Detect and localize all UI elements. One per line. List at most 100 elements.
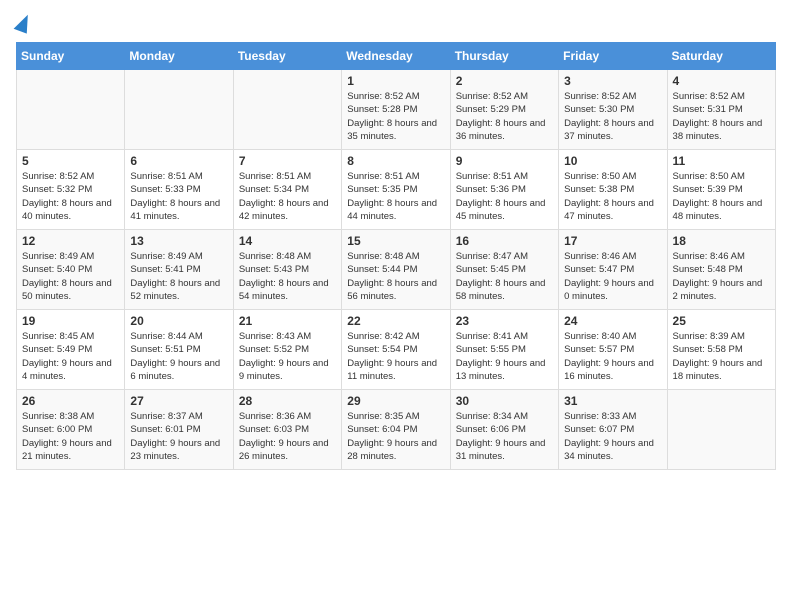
- weekday-header-tuesday: Tuesday: [233, 43, 341, 70]
- day-info: Sunrise: 8:45 AM Sunset: 5:49 PM Dayligh…: [22, 330, 119, 383]
- day-number: 29: [347, 394, 444, 408]
- weekday-header-monday: Monday: [125, 43, 233, 70]
- calendar-cell: 21 Sunrise: 8:43 AM Sunset: 5:52 PM Dayli…: [233, 310, 341, 390]
- calendar-cell: [233, 70, 341, 150]
- day-number: 12: [22, 234, 119, 248]
- calendar-cell: 31Sunrise: 8:33 AM Sunset: 6:07 PM Dayli…: [559, 390, 667, 470]
- day-info: Sunrise: 8:46 AM Sunset: 5:48 PM Dayligh…: [673, 250, 770, 303]
- day-number: 21: [239, 314, 336, 328]
- day-info: Sunrise: 8:33 AM Sunset: 6:07 PM Dayligh…: [564, 410, 661, 463]
- day-info: Sunrise: 8:52 AM Sunset: 5:32 PM Dayligh…: [22, 170, 119, 223]
- calendar-week-row: 12 Sunrise: 8:49 AM Sunset: 5:40 PM Dayli…: [17, 230, 776, 310]
- day-number: 10: [564, 154, 661, 168]
- weekday-header-friday: Friday: [559, 43, 667, 70]
- day-info: Sunrise: 8:44 AM Sunset: 5:51 PM Dayligh…: [130, 330, 227, 383]
- calendar-week-row: 5 Sunrise: 8:52 AM Sunset: 5:32 PM Daylig…: [17, 150, 776, 230]
- calendar-cell: 28Sunrise: 8:36 AM Sunset: 6:03 PM Dayli…: [233, 390, 341, 470]
- calendar-cell: 6Sunrise: 8:51 AM Sunset: 5:33 PM Daylig…: [125, 150, 233, 230]
- day-number: 9: [456, 154, 553, 168]
- day-info: Sunrise: 8:35 AM Sunset: 6:04 PM Dayligh…: [347, 410, 444, 463]
- calendar-cell: 22 Sunrise: 8:42 AM Sunset: 5:54 PM Dayli…: [342, 310, 450, 390]
- calendar-cell: [667, 390, 775, 470]
- calendar-cell: 14 Sunrise: 8:48 AM Sunset: 5:43 PM Dayli…: [233, 230, 341, 310]
- day-number: 18: [673, 234, 770, 248]
- day-info: Sunrise: 8:39 AM Sunset: 5:58 PM Dayligh…: [673, 330, 770, 383]
- calendar-week-row: 19 Sunrise: 8:45 AM Sunset: 5:49 PM Dayli…: [17, 310, 776, 390]
- calendar-cell: 25 Sunrise: 8:39 AM Sunset: 5:58 PM Dayli…: [667, 310, 775, 390]
- day-number: 13: [130, 234, 227, 248]
- calendar-week-row: 1 Sunrise: 8:52 AM Sunset: 5:28 PM Daylig…: [17, 70, 776, 150]
- day-info: Sunrise: 8:51 AM Sunset: 5:34 PM Dayligh…: [239, 170, 336, 223]
- day-info: Sunrise: 8:52 AM Sunset: 5:28 PM Dayligh…: [347, 90, 444, 143]
- day-info: Sunrise: 8:51 AM Sunset: 5:35 PM Dayligh…: [347, 170, 444, 223]
- day-number: 22: [347, 314, 444, 328]
- day-info: Sunrise: 8:52 AM Sunset: 5:30 PM Dayligh…: [564, 90, 661, 143]
- day-number: 3: [564, 74, 661, 88]
- day-number: 24: [564, 314, 661, 328]
- day-info: Sunrise: 8:38 AM Sunset: 6:00 PM Dayligh…: [22, 410, 119, 463]
- day-number: 11: [673, 154, 770, 168]
- day-number: 17: [564, 234, 661, 248]
- calendar-cell: 7Sunrise: 8:51 AM Sunset: 5:34 PM Daylig…: [233, 150, 341, 230]
- calendar-cell: 18 Sunrise: 8:46 AM Sunset: 5:48 PM Dayli…: [667, 230, 775, 310]
- calendar-cell: [125, 70, 233, 150]
- page-header: [16, 16, 776, 34]
- day-number: 4: [673, 74, 770, 88]
- day-info: Sunrise: 8:43 AM Sunset: 5:52 PM Dayligh…: [239, 330, 336, 383]
- day-info: Sunrise: 8:37 AM Sunset: 6:01 PM Dayligh…: [130, 410, 227, 463]
- weekday-header-sunday: Sunday: [17, 43, 125, 70]
- day-info: Sunrise: 8:36 AM Sunset: 6:03 PM Dayligh…: [239, 410, 336, 463]
- calendar-cell: 13 Sunrise: 8:49 AM Sunset: 5:41 PM Dayli…: [125, 230, 233, 310]
- calendar-cell: 17 Sunrise: 8:46 AM Sunset: 5:47 PM Dayli…: [559, 230, 667, 310]
- day-info: Sunrise: 8:48 AM Sunset: 5:44 PM Dayligh…: [347, 250, 444, 303]
- day-number: 14: [239, 234, 336, 248]
- calendar-cell: 19 Sunrise: 8:45 AM Sunset: 5:49 PM Dayli…: [17, 310, 125, 390]
- day-number: 15: [347, 234, 444, 248]
- day-info: Sunrise: 8:51 AM Sunset: 5:36 PM Dayligh…: [456, 170, 553, 223]
- weekday-header-wednesday: Wednesday: [342, 43, 450, 70]
- day-number: 5: [22, 154, 119, 168]
- calendar-cell: 30 Sunrise: 8:34 AM Sunset: 6:06 PM Dayli…: [450, 390, 558, 470]
- day-info: Sunrise: 8:50 AM Sunset: 5:38 PM Dayligh…: [564, 170, 661, 223]
- day-number: 16: [456, 234, 553, 248]
- day-number: 23: [456, 314, 553, 328]
- day-info: Sunrise: 8:46 AM Sunset: 5:47 PM Dayligh…: [564, 250, 661, 303]
- day-number: 8: [347, 154, 444, 168]
- day-info: Sunrise: 8:40 AM Sunset: 5:57 PM Dayligh…: [564, 330, 661, 383]
- calendar-table: SundayMondayTuesdayWednesdayThursdayFrid…: [16, 42, 776, 470]
- calendar-cell: 4 Sunrise: 8:52 AM Sunset: 5:31 PM Daylig…: [667, 70, 775, 150]
- day-info: Sunrise: 8:48 AM Sunset: 5:43 PM Dayligh…: [239, 250, 336, 303]
- calendar-cell: 27 Sunrise: 8:37 AM Sunset: 6:01 PM Dayli…: [125, 390, 233, 470]
- calendar-cell: 3 Sunrise: 8:52 AM Sunset: 5:30 PM Daylig…: [559, 70, 667, 150]
- day-info: Sunrise: 8:52 AM Sunset: 5:29 PM Dayligh…: [456, 90, 553, 143]
- calendar-cell: 8 Sunrise: 8:51 AM Sunset: 5:35 PM Daylig…: [342, 150, 450, 230]
- day-info: Sunrise: 8:50 AM Sunset: 5:39 PM Dayligh…: [673, 170, 770, 223]
- weekday-header-thursday: Thursday: [450, 43, 558, 70]
- calendar-cell: 5 Sunrise: 8:52 AM Sunset: 5:32 PM Daylig…: [17, 150, 125, 230]
- calendar-cell: 9 Sunrise: 8:51 AM Sunset: 5:36 PM Daylig…: [450, 150, 558, 230]
- calendar-cell: 16 Sunrise: 8:47 AM Sunset: 5:45 PM Dayli…: [450, 230, 558, 310]
- calendar-cell: 11 Sunrise: 8:50 AM Sunset: 5:39 PM Dayli…: [667, 150, 775, 230]
- calendar-week-row: 26Sunrise: 8:38 AM Sunset: 6:00 PM Dayli…: [17, 390, 776, 470]
- calendar-cell: 24 Sunrise: 8:40 AM Sunset: 5:57 PM Dayli…: [559, 310, 667, 390]
- calendar-cell: 23Sunrise: 8:41 AM Sunset: 5:55 PM Dayli…: [450, 310, 558, 390]
- day-info: Sunrise: 8:49 AM Sunset: 5:40 PM Dayligh…: [22, 250, 119, 303]
- day-number: 25: [673, 314, 770, 328]
- day-info: Sunrise: 8:51 AM Sunset: 5:33 PM Dayligh…: [130, 170, 227, 223]
- day-info: Sunrise: 8:52 AM Sunset: 5:31 PM Dayligh…: [673, 90, 770, 143]
- logo-icon: [14, 12, 35, 33]
- day-number: 30: [456, 394, 553, 408]
- calendar-cell: 26Sunrise: 8:38 AM Sunset: 6:00 PM Dayli…: [17, 390, 125, 470]
- calendar-cell: 12 Sunrise: 8:49 AM Sunset: 5:40 PM Dayli…: [17, 230, 125, 310]
- day-info: Sunrise: 8:34 AM Sunset: 6:06 PM Dayligh…: [456, 410, 553, 463]
- day-number: 19: [22, 314, 119, 328]
- day-info: Sunrise: 8:47 AM Sunset: 5:45 PM Dayligh…: [456, 250, 553, 303]
- day-info: Sunrise: 8:42 AM Sunset: 5:54 PM Dayligh…: [347, 330, 444, 383]
- day-info: Sunrise: 8:49 AM Sunset: 5:41 PM Dayligh…: [130, 250, 227, 303]
- logo: [16, 16, 31, 34]
- day-number: 1: [347, 74, 444, 88]
- calendar-cell: 10 Sunrise: 8:50 AM Sunset: 5:38 PM Dayli…: [559, 150, 667, 230]
- calendar-cell: [17, 70, 125, 150]
- day-number: 27: [130, 394, 227, 408]
- calendar-cell: 2Sunrise: 8:52 AM Sunset: 5:29 PM Daylig…: [450, 70, 558, 150]
